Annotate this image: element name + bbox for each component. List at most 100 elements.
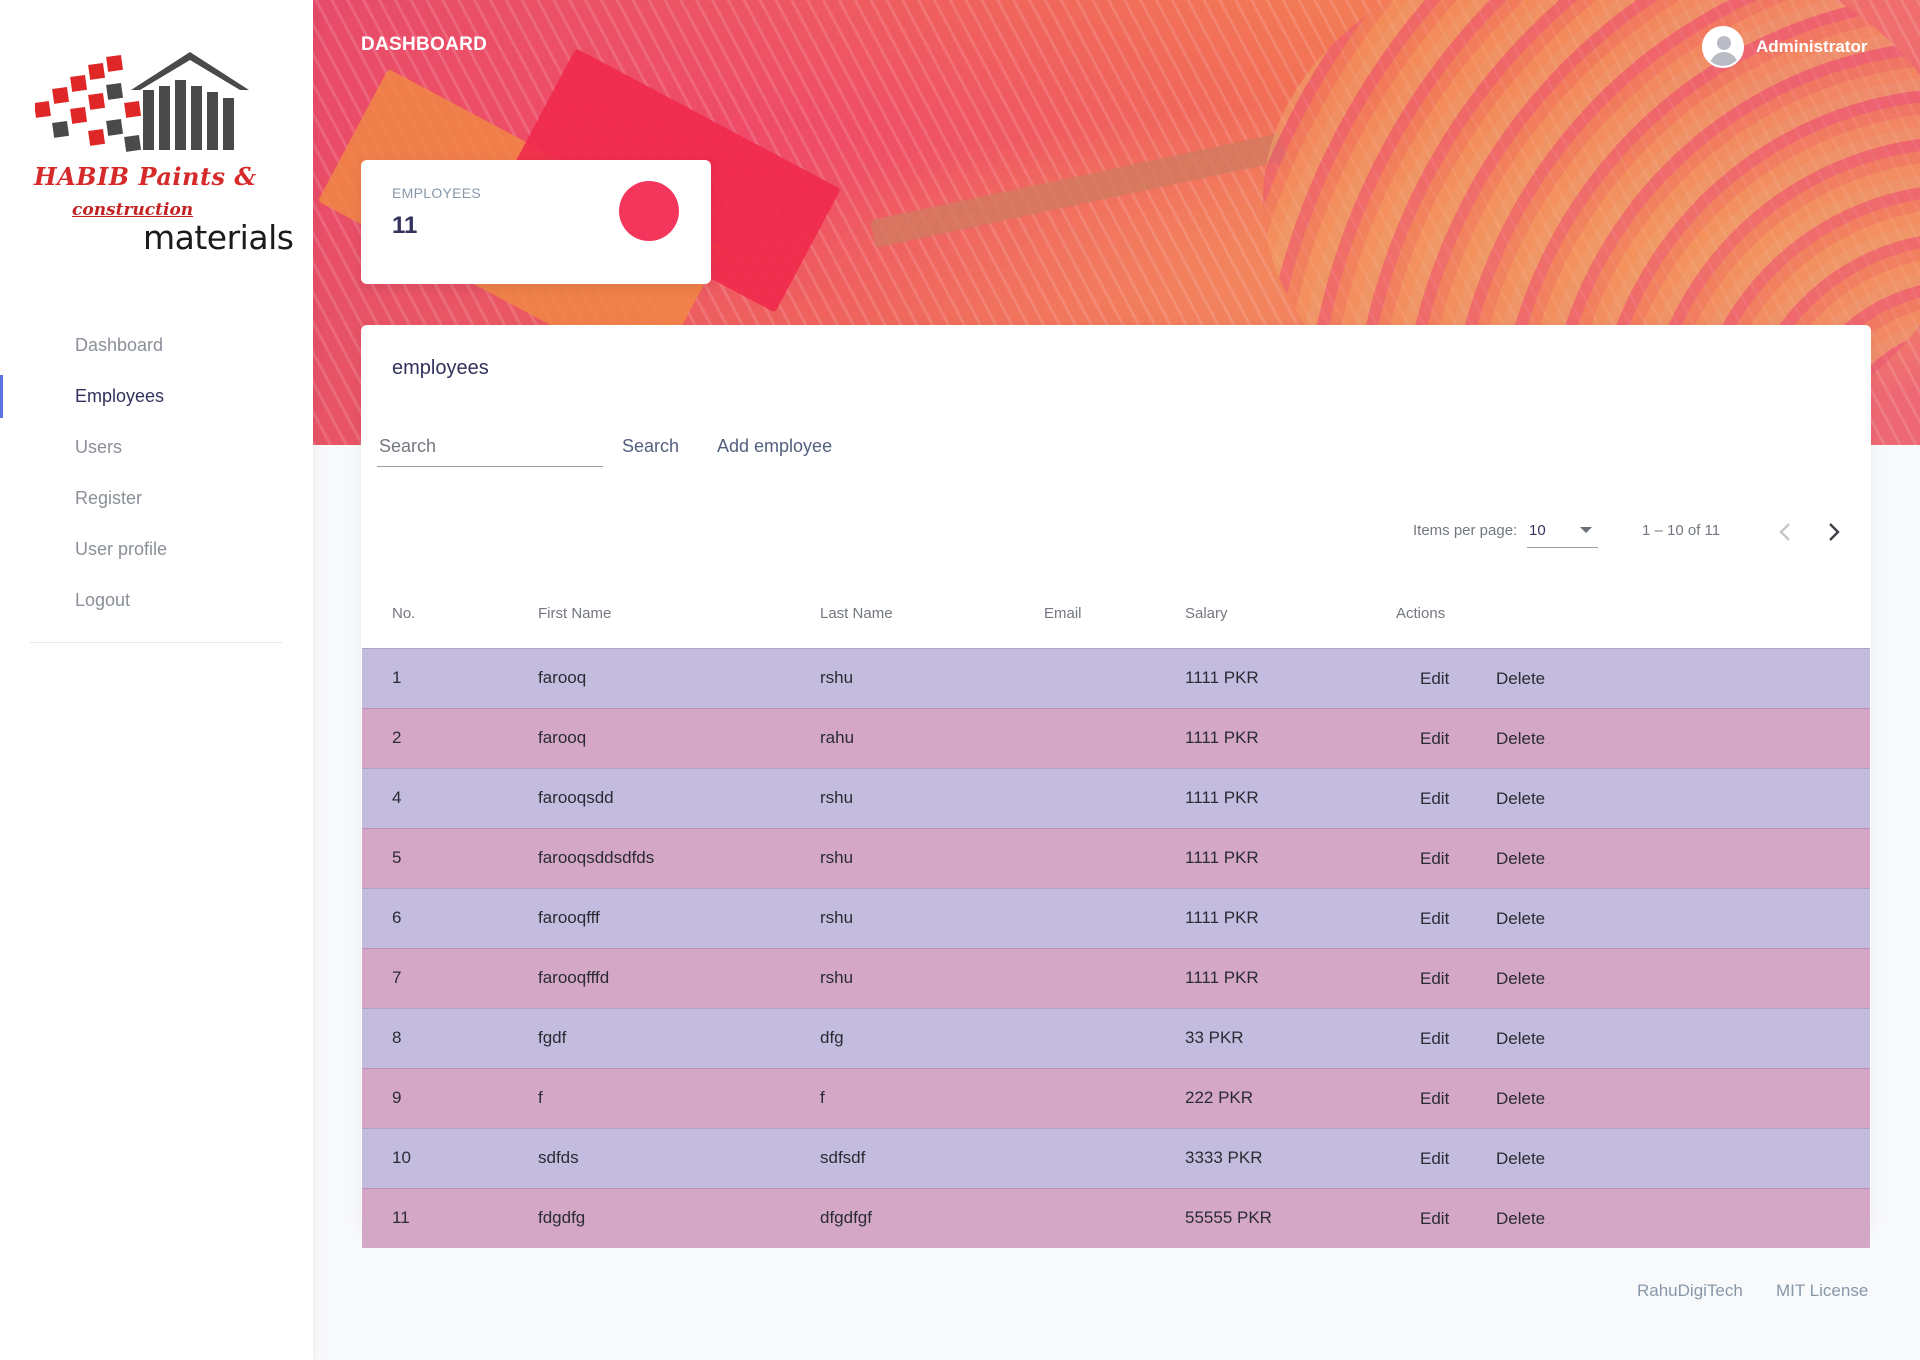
table-row: 6 farooqfff rshu 1111 PKR Edit Delete <box>362 888 1870 948</box>
cell-last-name: rshu <box>820 908 854 927</box>
delete-button[interactable]: Delete <box>1488 901 1553 937</box>
cell-salary: 33 PKR <box>1185 1028 1244 1047</box>
sidebar-divider <box>30 642 282 643</box>
delete-button[interactable]: Delete <box>1488 1201 1553 1237</box>
employees-card: employees Search Add employee Items per … <box>361 325 1871 1248</box>
sidebar-item-users[interactable]: Users <box>0 422 313 473</box>
cell-last-name: rshu <box>820 788 854 807</box>
page-title: DASHBOARD <box>361 34 488 55</box>
cell-last-name: rshu <box>820 968 854 987</box>
stat-value: 11 <box>392 212 418 239</box>
logo-line-2: construction <box>72 200 194 220</box>
cell-first-name: farooqfff <box>538 908 600 927</box>
items-per-page-select[interactable]: 10 <box>1527 516 1598 548</box>
cell-last-name: rahu <box>820 728 855 747</box>
table-row: 7 farooqfffd rshu 1111 PKR Edit Delete <box>362 948 1870 1008</box>
delete-button[interactable]: Delete <box>1488 1021 1553 1057</box>
user-avatar-icon <box>1717 36 1731 50</box>
cell-no: 8 <box>392 1028 402 1047</box>
cell-salary: 1111 PKR <box>1185 668 1259 687</box>
column-header-actions: Actions <box>1396 605 1446 622</box>
cell-no: 4 <box>392 788 402 807</box>
chevron-right-icon <box>1829 523 1840 541</box>
cell-salary: 1111 PKR <box>1185 788 1259 807</box>
dropdown-arrow-icon <box>1580 527 1592 533</box>
table-row: 5 farooqsddsdfds rshu 1111 PKR Edit Dele… <box>362 828 1870 888</box>
cell-first-name: farooq <box>538 728 587 747</box>
footer-link-rahudigitech[interactable]: RahuDigiTech <box>1637 1281 1743 1301</box>
cell-salary: 1111 PKR <box>1185 908 1259 927</box>
employees-stat-card: EMPLOYEES 11 <box>361 160 711 284</box>
cell-no: 6 <box>392 908 402 927</box>
sidebar-item-logout[interactable]: Logout <box>0 575 313 626</box>
column-header-first-name: First Name <box>538 605 612 622</box>
column-header-last-name: Last Name <box>820 605 893 622</box>
cell-first-name: farooqsdd <box>538 788 614 807</box>
edit-button[interactable]: Edit <box>1412 661 1457 697</box>
delete-button[interactable]: Delete <box>1488 1081 1553 1117</box>
footer-link-mit-license[interactable]: MIT License <box>1776 1281 1868 1301</box>
cell-first-name: farooqfffd <box>538 968 610 987</box>
cell-no: 11 <box>392 1208 410 1227</box>
logo-line-3: materials <box>143 218 294 257</box>
items-per-page-value: 10 <box>1529 522 1546 539</box>
edit-button[interactable]: Edit <box>1412 1141 1457 1177</box>
delete-button[interactable]: Delete <box>1488 841 1553 877</box>
sidebar-item-dashboard[interactable]: Dashboard <box>0 320 313 371</box>
sidebar-nav: Dashboard Employees Users Register User … <box>0 320 313 626</box>
table-row: 4 farooqsdd rshu 1111 PKR Edit Delete <box>362 768 1870 828</box>
page-range-label: 1 – 10 of 11 <box>1642 522 1721 539</box>
cell-salary: 1111 PKR <box>1185 968 1259 987</box>
table-row: 1 farooq rshu 1111 PKR Edit Delete <box>362 648 1870 708</box>
search-button[interactable]: Search <box>622 431 679 461</box>
previous-page-button[interactable] <box>1765 512 1805 552</box>
table-row: 11 fdgdfg dfgdfgf 55555 PKR Edit Delete <box>362 1188 1870 1248</box>
user-menu[interactable]: Administrator <box>1702 26 1867 68</box>
cell-no: 5 <box>392 848 402 867</box>
cell-first-name: farooq <box>538 668 587 687</box>
edit-button[interactable]: Edit <box>1412 1081 1457 1117</box>
search-input[interactable] <box>377 427 603 467</box>
cell-no: 2 <box>392 728 402 747</box>
cell-no: 7 <box>392 968 402 987</box>
delete-button[interactable]: Delete <box>1488 721 1553 757</box>
cell-salary: 222 PKR <box>1185 1088 1254 1107</box>
cell-last-name: f <box>820 1088 825 1107</box>
delete-button[interactable]: Delete <box>1488 781 1553 817</box>
edit-button[interactable]: Edit <box>1412 721 1457 757</box>
edit-button[interactable]: Edit <box>1412 1201 1457 1237</box>
edit-button[interactable]: Edit <box>1412 1021 1457 1057</box>
brand-logo[interactable]: HABIB Paints & construction materials <box>30 50 294 257</box>
column-header-email: Email <box>1044 605 1082 622</box>
table-row: 9 f f 222 PKR Edit Delete <box>362 1068 1870 1128</box>
delete-button[interactable]: Delete <box>1488 661 1553 697</box>
items-per-page-label: Items per page: <box>1413 522 1518 539</box>
logo-mark-icon <box>35 52 249 152</box>
edit-button[interactable]: Edit <box>1412 961 1457 997</box>
edit-button[interactable]: Edit <box>1412 841 1457 877</box>
delete-button[interactable]: Delete <box>1488 1141 1553 1177</box>
edit-button[interactable]: Edit <box>1412 781 1457 817</box>
add-employee-button[interactable]: Add employee <box>717 431 832 461</box>
delete-button[interactable]: Delete <box>1488 961 1553 997</box>
sidebar-item-register[interactable]: Register <box>0 473 313 524</box>
cell-salary: 3333 PKR <box>1185 1148 1263 1167</box>
edit-button[interactable]: Edit <box>1412 901 1457 937</box>
chevron-left-icon <box>1779 523 1790 541</box>
sidebar-item-employees[interactable]: Employees <box>0 371 313 422</box>
table-header: No. First Name Last Name Email Salary Ac… <box>362 555 1870 648</box>
sidebar-item-user-profile[interactable]: User profile <box>0 524 313 575</box>
cell-last-name: sdfsdf <box>820 1148 866 1167</box>
avatar <box>1702 26 1744 68</box>
column-header-salary: Salary <box>1185 605 1228 622</box>
next-page-button[interactable] <box>1814 512 1854 552</box>
user-name: Administrator <box>1756 37 1868 56</box>
cell-first-name: farooqsddsdfds <box>538 848 655 867</box>
cell-no: 9 <box>392 1088 402 1107</box>
cell-first-name: sdfds <box>538 1148 579 1167</box>
logo-line-1: HABIB Paints & <box>34 162 257 191</box>
cell-no: 10 <box>392 1148 411 1167</box>
employees-table: No. First Name Last Name Email Salary Ac… <box>362 555 1870 1248</box>
stat-circle-icon <box>619 181 679 241</box>
table-row: 10 sdfds sdfsdf 3333 PKR Edit Delete <box>362 1128 1870 1188</box>
